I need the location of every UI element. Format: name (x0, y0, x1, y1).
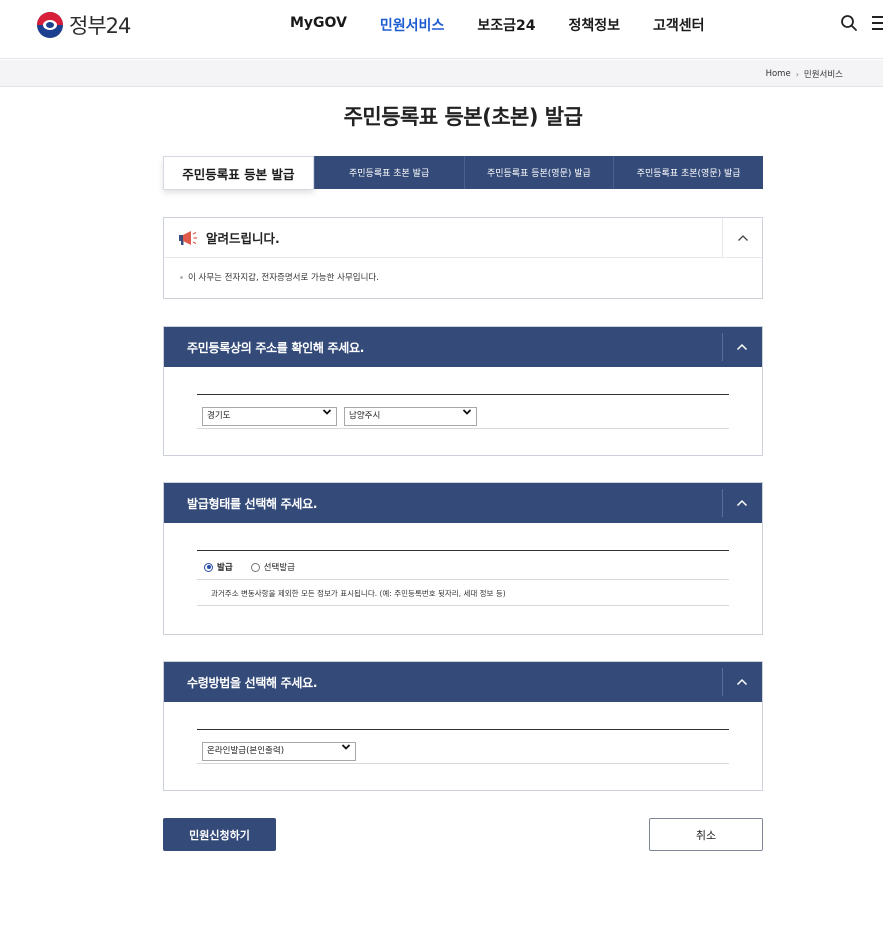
breadcrumb-bar: Home › 민원서비스 (0, 60, 883, 87)
issue-type-description-row: 과거주소 변동사항을 제외한 모든 정보가 표시됩니다. (예: 주민등록번호 … (197, 580, 729, 606)
issue-type-section-collapse-button[interactable] (722, 483, 762, 523)
issue-tabs: 주민등록표 등본 발급 주민등록표 초본 발급 주민등록표 등본(영문) 발급 … (163, 156, 763, 190)
breadcrumb-home[interactable]: Home (766, 69, 791, 79)
tab-resident-abstract-english[interactable]: 주민등록표 초본(영문) 발급 (613, 156, 763, 189)
address-section-collapse-button[interactable] (722, 327, 762, 367)
address-section-header: 주민등록상의 주소를 확인해 주세요. (164, 327, 762, 367)
notice-title: 알려드립니다. (206, 231, 280, 246)
receive-method-section-title: 수령방법을 선택해 주세요. (187, 675, 318, 690)
radio-selective-issue[interactable] (250, 562, 260, 572)
site-header: 정부24 MyGOV 민원서비스 보조금24 정책정보 고객센터 (0, 0, 883, 59)
breadcrumb-current[interactable]: 민원서비스 (804, 68, 843, 80)
radio-issue[interactable] (204, 562, 213, 572)
province-select[interactable]: 경기도 (202, 406, 337, 426)
chevron-up-icon (737, 235, 748, 241)
menu-icon[interactable] (872, 16, 883, 30)
issue-type-section: 발급형태를 선택해 주세요. 발급 선택발급 과거주소 변동사항을 제외한 모든… (163, 482, 763, 635)
province-select-wrap: 경기도 (202, 403, 337, 426)
breadcrumb: Home › 민원서비스 (766, 68, 843, 80)
radio-issue-label[interactable]: 발급 (217, 561, 233, 573)
receive-method-section-collapse-button[interactable] (722, 662, 762, 702)
issue-type-radio-group: 발급 선택발급 (204, 561, 309, 573)
notice-header: 알려드립니다. (164, 218, 762, 258)
nav-item-policy[interactable]: 정책정보 (568, 15, 620, 35)
notice-collapse-button[interactable] (722, 218, 762, 258)
tab-resident-abstract[interactable]: 주민등록표 초본 발급 (313, 156, 464, 189)
search-icon[interactable] (840, 14, 858, 32)
site-logo[interactable]: 정부24 (37, 10, 131, 40)
issue-type-description: 과거주소 변동사항을 제외한 모든 정보가 표시됩니다. (예: 주민등록번호 … (211, 589, 506, 598)
notice-text: 이 사무는 전자지갑, 전자증명서로 가능한 사무입니다. (188, 273, 379, 283)
notice-box: 알려드립니다. 이 사무는 전자지갑, 전자증명서로 가능한 사무입니다. (163, 217, 763, 299)
city-select-wrap: 남양주시 (344, 403, 477, 426)
notice-body: 이 사무는 전자지갑, 전자증명서로 가능한 사무입니다. (164, 258, 762, 283)
nav-item-support[interactable]: 고객센터 (653, 15, 705, 35)
issue-type-section-title: 발급형태를 선택해 주세요. (187, 496, 318, 511)
logo-text: 정부24 (69, 14, 131, 38)
city-select[interactable]: 남양주시 (344, 406, 477, 426)
receive-method-field-row: 온라인발급(본인출력) (197, 729, 729, 764)
receive-method-section: 수령방법을 선택해 주세요. 온라인발급(본인출력) (163, 661, 763, 791)
chevron-up-icon (736, 678, 748, 686)
address-field-row: 경기도 남양주시 (197, 394, 729, 429)
receive-method-section-header: 수령방법을 선택해 주세요. (164, 662, 762, 702)
receive-method-select-wrap: 온라인발급(본인출력) (202, 738, 356, 761)
bullet-dot (180, 275, 183, 279)
taegeuk-logo-icon (37, 12, 63, 38)
cancel-button[interactable]: 취소 (649, 818, 763, 851)
chevron-up-icon (736, 499, 748, 507)
nav-item-mygov[interactable]: MyGOV (290, 15, 347, 35)
apply-civil-service-button[interactable]: 민원신청하기 (163, 818, 276, 851)
nav-item-subsidy[interactable]: 보조금24 (477, 15, 535, 35)
receive-method-select[interactable]: 온라인발급(본인출력) (202, 741, 356, 761)
address-section-title: 주민등록상의 주소를 확인해 주세요. (187, 340, 364, 355)
address-section: 주민등록상의 주소를 확인해 주세요. 경기도 남양주시 (163, 326, 763, 456)
page-title: 주민등록표 등본(초본) 발급 (343, 105, 583, 129)
main-nav: MyGOV 민원서비스 보조금24 정책정보 고객센터 (290, 15, 738, 35)
chevron-right-icon: › (795, 69, 799, 79)
issue-type-radio-row: 발급 선택발급 (197, 550, 729, 580)
chevron-up-icon (736, 343, 748, 351)
radio-selective-issue-label[interactable]: 선택발급 (264, 561, 295, 573)
megaphone-icon (179, 230, 197, 245)
tab-resident-copy[interactable]: 주민등록표 등본 발급 (163, 156, 314, 190)
tab-resident-copy-english[interactable]: 주민등록표 등본(영문) 발급 (463, 156, 614, 189)
nav-item-civil-service[interactable]: 민원서비스 (380, 15, 444, 35)
issue-type-section-header: 발급형태를 선택해 주세요. (164, 483, 762, 523)
